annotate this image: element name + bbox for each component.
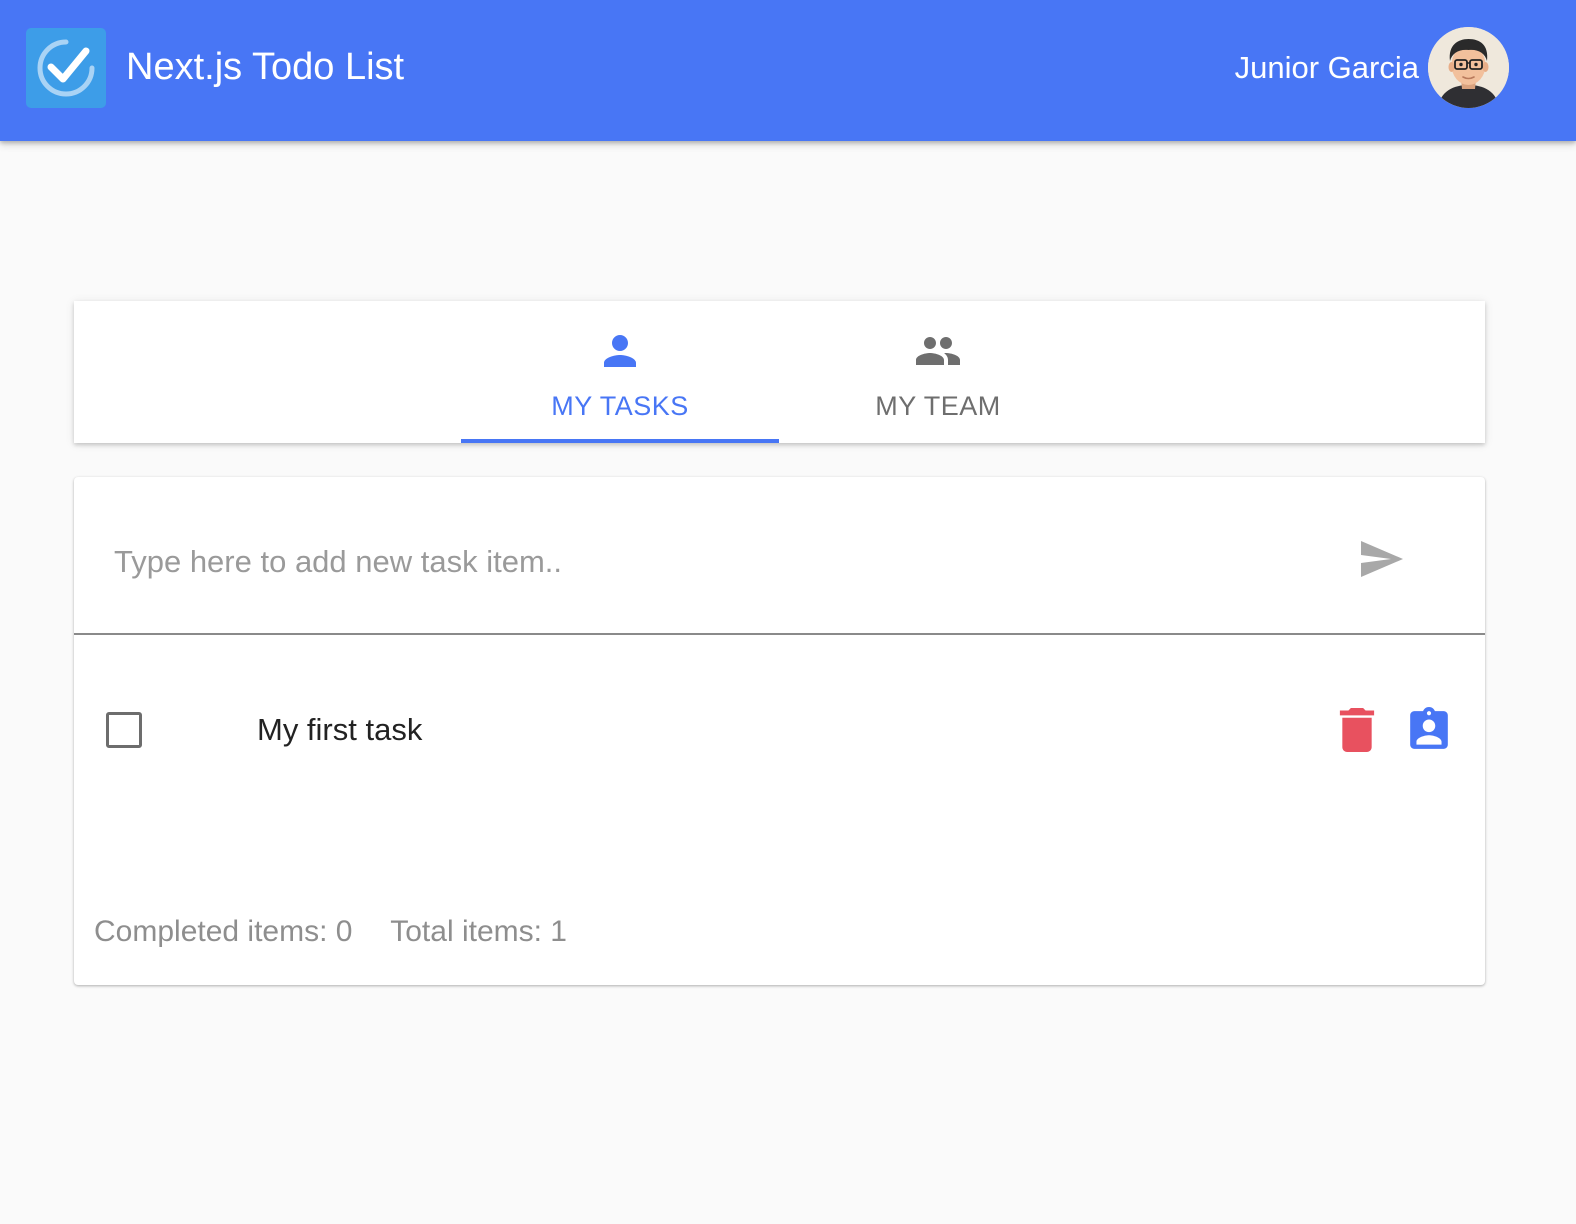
new-task-input[interactable] bbox=[114, 537, 1314, 587]
person-icon bbox=[604, 335, 636, 367]
task-stats: Completed items: 0 Total items: 1 bbox=[94, 913, 597, 951]
app-logo bbox=[26, 28, 106, 108]
task-checkbox[interactable] bbox=[106, 712, 142, 748]
assign-task-button[interactable] bbox=[1408, 707, 1450, 753]
user-name[interactable]: Junior Garcia bbox=[1235, 48, 1419, 88]
total-count: Total items: 1 bbox=[390, 915, 567, 948]
assignment-ind-icon bbox=[1410, 707, 1448, 749]
todo-card: My first task Completed items: 0 Total i… bbox=[74, 477, 1485, 985]
delete-task-button[interactable] bbox=[1337, 708, 1377, 752]
tab-my-team[interactable]: MY TEAM bbox=[779, 301, 1097, 443]
completed-count: Completed items: 0 bbox=[94, 915, 353, 948]
user-avatar[interactable] bbox=[1428, 27, 1509, 108]
delete-icon bbox=[1339, 708, 1375, 752]
people-icon bbox=[916, 337, 960, 365]
app-bar: Next.js Todo List Junior Garcia bbox=[0, 0, 1576, 141]
send-button[interactable] bbox=[1351, 533, 1411, 585]
send-icon bbox=[1361, 541, 1403, 577]
task-row: My first task bbox=[74, 687, 1485, 773]
task-text: My first task bbox=[257, 712, 423, 747]
tab-my-tasks-label: MY TASKS bbox=[551, 391, 689, 421]
check-circle-icon bbox=[37, 39, 95, 97]
input-divider bbox=[74, 633, 1485, 635]
tab-bar: MY TASKS MY TEAM bbox=[74, 301, 1485, 443]
tab-my-team-label: MY TEAM bbox=[875, 391, 1001, 421]
tab-my-tasks[interactable]: MY TASKS bbox=[461, 301, 779, 443]
app-title: Next.js Todo List bbox=[126, 46, 405, 88]
active-tab-indicator bbox=[461, 439, 779, 443]
